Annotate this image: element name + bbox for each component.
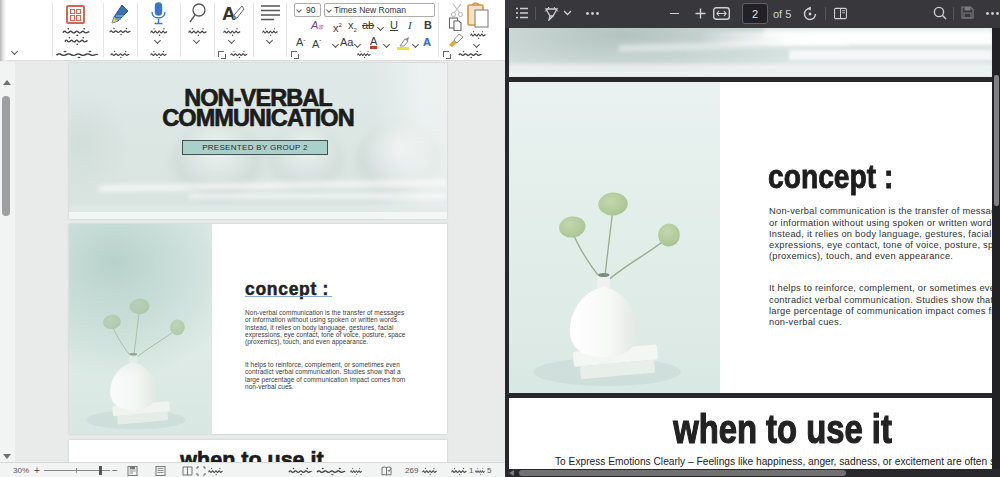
svg-text:A: A	[222, 3, 236, 24]
